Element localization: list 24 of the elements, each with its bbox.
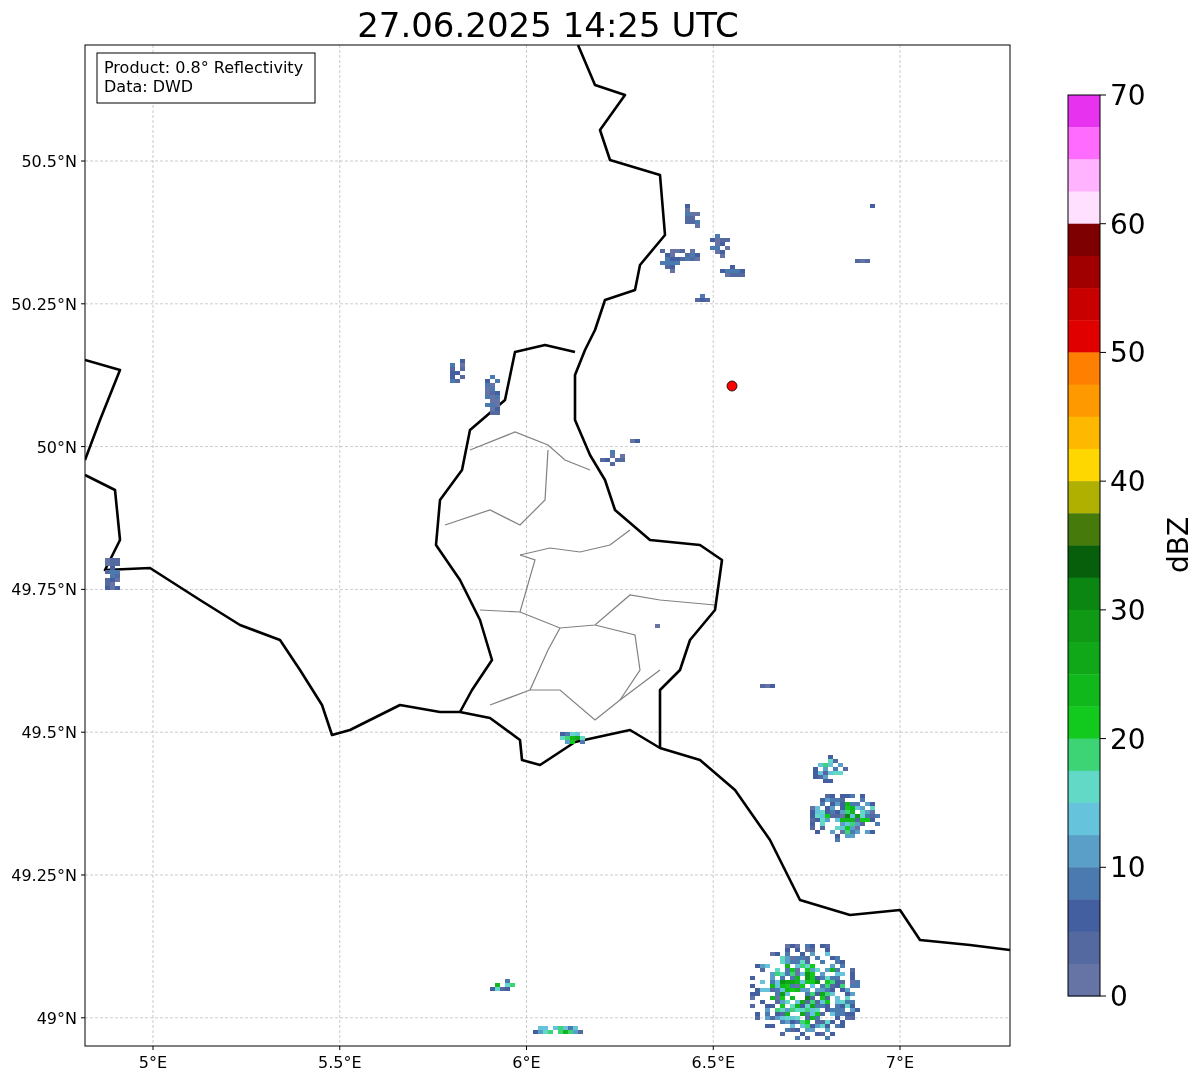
x-tick-label: 6°E [512, 1053, 541, 1072]
colorbar-tick-label: 20 [1110, 722, 1146, 756]
y-tick-label: 50°N [36, 437, 77, 457]
info-line: Product: 0.8° Reflectivity [104, 58, 304, 77]
colorbar-tick-label: 60 [1110, 207, 1146, 241]
y-tick-label: 50.25°N [11, 294, 77, 314]
colorbar-tick-label: 50 [1110, 336, 1146, 370]
x-tick-label: 7°E [885, 1053, 915, 1072]
colorbar-label: dBZ [1162, 516, 1195, 574]
colorbar-tick-label: 40 [1110, 465, 1146, 499]
colorbar-tick-label: 0 [1110, 980, 1128, 1013]
x-tick-label: 5.5°E [317, 1053, 362, 1072]
y-tick-label: 50.5°N [21, 152, 77, 171]
y-tick-label: 49°N [36, 1008, 77, 1028]
chart-title: 27.06.2025 14:25 UTC [357, 5, 739, 45]
colorbar-tick-label: 10 [1110, 851, 1146, 885]
info-line: Data: DWD [104, 77, 194, 96]
x-tick-label: 6.5°E [691, 1053, 736, 1072]
y-tick-label: 49.5°N [21, 723, 77, 743]
x-tick-label: 5°E [138, 1053, 168, 1072]
colorbar-tick-label: 70 [1110, 79, 1146, 112]
y-tick-label: 49.25°N [11, 866, 77, 885]
colorbar-tick-label: 30 [1110, 593, 1146, 627]
y-tick-label: 49.75°N [11, 580, 77, 600]
